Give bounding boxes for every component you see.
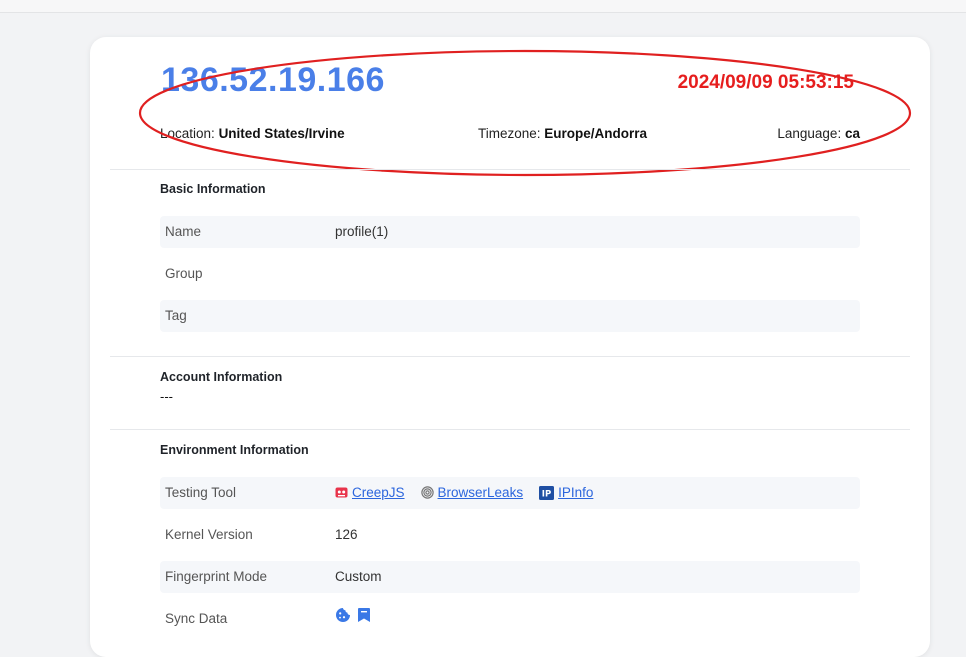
testing-tool-label: Testing Tool — [165, 485, 237, 500]
kernel-version-value: 126 — [335, 527, 358, 542]
ipinfo-link[interactable]: IPInfo — [558, 485, 593, 500]
browserleaks-tool[interactable]: BrowserLeaks — [420, 485, 524, 500]
ipinfo-tool[interactable]: IP IPInfo — [539, 485, 593, 500]
top-bar — [0, 0, 966, 13]
divider — [110, 169, 910, 170]
name-label: Name — [165, 224, 202, 239]
sync-data-row: Sync Data — [160, 603, 860, 635]
tag-row: Tag — [160, 300, 860, 332]
account-info-value: --- — [160, 389, 173, 404]
sync-data-label: Sync Data — [165, 611, 228, 626]
fingerprint-icon — [420, 486, 434, 499]
tag-label: Tag — [165, 308, 187, 323]
group-label: Group — [165, 266, 203, 281]
creepjs-icon — [335, 486, 348, 499]
account-info-title: Account Information — [160, 370, 283, 384]
testing-tool-row: Testing Tool CreepJS BrowserLeaks IP IPI… — [160, 477, 860, 509]
ip-icon: IP — [539, 485, 555, 500]
name-row: Name profile(1) — [160, 216, 860, 248]
profile-detail-card: 136.52.19.166 2024/09/09 05:53:15 Locati… — [90, 37, 930, 657]
group-row: Group — [160, 258, 860, 290]
cookie-icon — [335, 607, 351, 626]
testing-tool-links: CreepJS BrowserLeaks IP IPInfo — [335, 485, 609, 500]
fingerprint-mode-label: Fingerprint Mode — [165, 569, 268, 584]
browserleaks-link[interactable]: BrowserLeaks — [438, 485, 524, 500]
annotation-ellipse — [138, 49, 912, 177]
svg-text:IP: IP — [542, 489, 551, 499]
name-value: profile(1) — [335, 224, 389, 239]
kernel-version-row: Kernel Version 126 — [160, 519, 860, 551]
creepjs-link[interactable]: CreepJS — [352, 485, 405, 500]
creepjs-tool[interactable]: CreepJS — [335, 485, 405, 500]
divider — [110, 429, 910, 430]
bookmark-icon — [357, 607, 371, 626]
fingerprint-mode-value: Custom — [335, 569, 382, 584]
fingerprint-mode-row: Fingerprint Mode Custom — [160, 561, 860, 593]
sync-data-icons — [335, 607, 371, 626]
basic-info-title: Basic Information — [160, 182, 266, 196]
environment-info-title: Environment Information — [160, 443, 309, 457]
divider — [110, 356, 910, 357]
kernel-version-label: Kernel Version — [165, 527, 253, 542]
